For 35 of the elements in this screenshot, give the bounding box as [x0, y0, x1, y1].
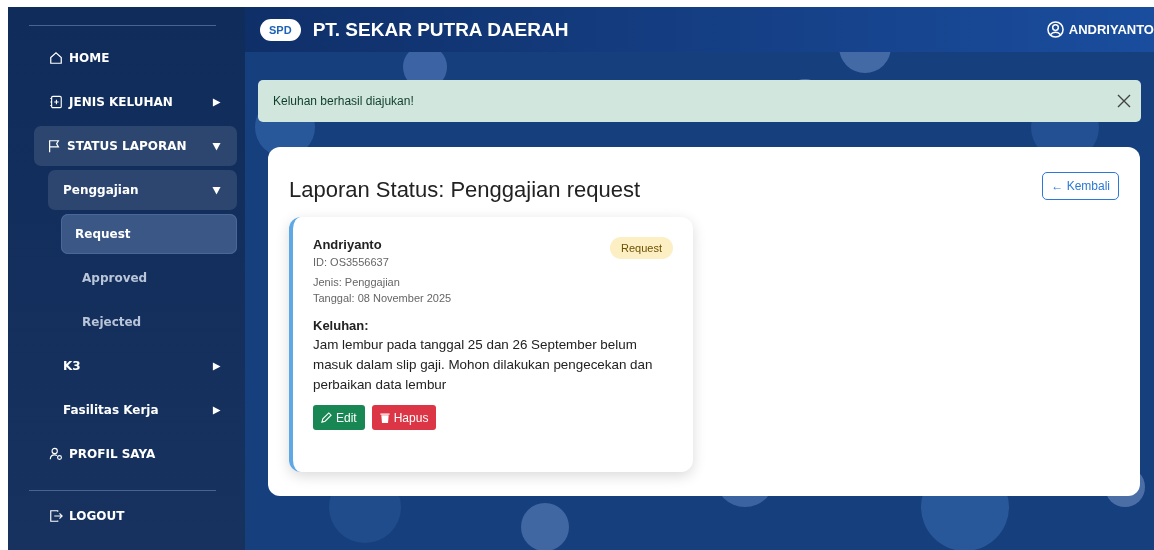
- sidebar-item[interactable]: Rejected: [61, 302, 237, 342]
- delete-button[interactable]: Hapus: [371, 405, 437, 430]
- report-id: ID: OS3556637: [313, 256, 390, 268]
- document-plus-icon: [49, 95, 63, 109]
- edit-button[interactable]: Edit: [313, 405, 365, 430]
- reporter-name: Andriyanto: [313, 237, 383, 252]
- sidebar-item[interactable]: JENIS KELUHAN: [34, 82, 237, 122]
- user-menu[interactable]: ANDRIYANTO: [1046, 21, 1154, 38]
- complaint-label: Keluhan:: [313, 318, 370, 333]
- status-badge: Request: [610, 237, 673, 259]
- person-gear-icon: [49, 447, 63, 461]
- pencil-icon: [321, 412, 332, 423]
- sidebar-item[interactable]: HOME: [34, 38, 237, 78]
- company-name: PT. SEKAR PUTRA DAERAH: [312, 18, 570, 41]
- sidebar-item[interactable]: Request: [61, 214, 237, 254]
- sidebar-item[interactable]: Approved: [61, 258, 237, 298]
- report-date: Tanggal: 08 November 2025: [313, 292, 452, 304]
- sidebar-item[interactable]: PROFIL SAYA: [34, 434, 237, 474]
- sidebar-item[interactable]: STATUS LAPORAN: [34, 126, 237, 166]
- page-title: Laporan Status: Penggajian request: [289, 177, 641, 203]
- flag-icon: [47, 139, 61, 153]
- user-icon: [1046, 21, 1064, 38]
- sidebar-item[interactable]: Fasilitas Kerja: [48, 390, 237, 430]
- sidebar-item[interactable]: K3: [48, 346, 237, 386]
- home-icon: [49, 51, 63, 65]
- back-button[interactable]: ← Kembali: [1042, 172, 1119, 200]
- complaint-text: Jam lembur pada tanggal 25 dan 26 September belum masuk dalam slip gaji. Mohon dilakukan pengecekan dan perbaikan data lembur: [313, 336, 654, 394]
- sidebar-item[interactable]: Penggajian: [48, 170, 237, 210]
- logout-icon: [49, 509, 63, 523]
- close-icon[interactable]: [1117, 94, 1131, 108]
- report-type: Jenis: Penggajian: [313, 276, 401, 288]
- logout-link[interactable]: LOGOUT: [49, 509, 245, 523]
- trash-icon: [379, 412, 390, 423]
- alert-message: Keluhan berhasil diajukan!: [273, 94, 414, 108]
- logo: SPD: [260, 18, 301, 41]
